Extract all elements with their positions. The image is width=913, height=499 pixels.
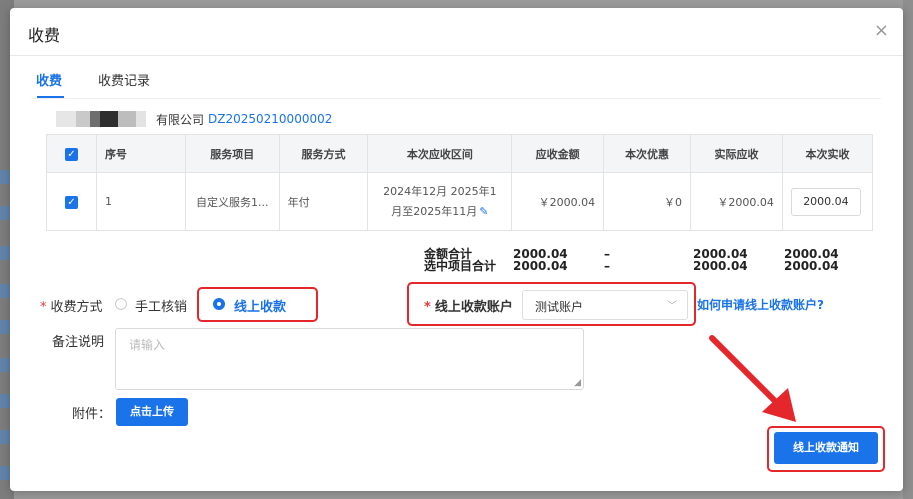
column-header: 服务方式 (278, 134, 369, 173)
payment-dialog: 收费 × 收费 收费记录 有限公司 DZ20250210000002 ✓ 序号 … (10, 8, 903, 491)
payment-method-label: * 收费方式 (40, 296, 103, 315)
required-mark: * (40, 300, 47, 315)
row-checkbox[interactable]: ✓ (64, 195, 78, 209)
remark-textarea[interactable]: 请输入 ◢ (115, 328, 584, 390)
attachment-label: 附件： (72, 407, 112, 422)
totals-receivable: 2000.04 2000.04 (513, 248, 568, 272)
total-value: 2000.04 (784, 259, 839, 273)
resize-grip-icon[interactable]: ◢ (574, 378, 581, 388)
charge-table: ✓ 序号 服务项目 服务方式 本次应收区间 应收金额 本次优惠 实际应收 本次实… (46, 134, 874, 231)
account-select[interactable]: 测试账户 ﹀ (522, 290, 688, 320)
company-name-suffix: 有限公司 (156, 112, 205, 127)
received-cell: 2000.04 (781, 172, 874, 231)
background-right-edge (903, 0, 913, 499)
service-item-cell: 自定义服务1... (184, 172, 280, 231)
account-label-text: 线上收款账户 (434, 300, 513, 315)
account-help-link[interactable]: 如何申请线上收款账户? (697, 296, 824, 313)
period-line-2: 月至2025年11月 ✎ (376, 202, 503, 222)
totals-labels: 金额合计 选中项目合计 (424, 248, 496, 272)
total-value: 2000.04 (513, 259, 568, 273)
redacted-mask (56, 111, 76, 127)
bill-code-link[interactable]: DZ20250210000002 (208, 112, 332, 126)
remark-label: 备注说明 (52, 335, 105, 350)
online-payment-notify-button[interactable]: 线上收款通知 (774, 432, 878, 464)
period-cell: 2024年12月 2025年1 月至2025年11月 ✎ (367, 172, 513, 231)
totals-discount: – – (604, 248, 610, 272)
remark-placeholder: 请输入 (129, 338, 166, 352)
redacted-mask (90, 111, 100, 127)
select-all-checkbox[interactable]: ✓ (64, 147, 78, 161)
column-header: 本次优惠 (603, 134, 691, 173)
total-value: 2000.04 (693, 259, 748, 273)
tab-divider (32, 98, 881, 99)
dialog-title: 收费 (28, 26, 61, 45)
actual-cell: ￥2000.04 (690, 172, 783, 231)
received-amount-input[interactable]: 2000.04 (790, 187, 861, 216)
column-header: 本次实收 (781, 134, 874, 173)
red-arrow-annotation (709, 335, 796, 422)
row-index: 1 (95, 172, 186, 231)
arrow-shaft (709, 335, 783, 409)
service-mode-cell: 年付 (278, 172, 369, 231)
company-info: 有限公司 DZ20250210000002 (56, 109, 332, 129)
tab-charge-records[interactable]: 收费记录 (98, 70, 150, 89)
tab-charge[interactable]: 收费 (36, 70, 62, 89)
column-header: 服务项目 (184, 134, 280, 173)
period-line: 2024年12月 2025年1 (383, 184, 497, 198)
redacted-mask (118, 111, 136, 127)
redacted-mask (76, 111, 90, 127)
radio-online-label[interactable]: 线上收款 (234, 296, 286, 315)
payment-method-label-text: 收费方式 (50, 300, 103, 315)
radio-manual[interactable] (115, 298, 127, 310)
table-header-row: ✓ 序号 服务项目 服务方式 本次应收区间 应收金额 本次优惠 实际应收 本次实… (46, 134, 874, 173)
redacted-mask (136, 111, 146, 127)
radio-online[interactable] (213, 298, 225, 310)
selected-total-label: 选中项目合计 (424, 259, 497, 273)
dialog-header: 收费 × (10, 8, 903, 56)
account-select-value: 测试账户 (535, 300, 584, 314)
totals-actual: 2000.04 2000.04 (693, 248, 748, 272)
period-line-text: 月至2025年11月 (391, 204, 478, 218)
column-header: 序号 (95, 134, 186, 173)
row-select-cell[interactable]: ✓ (46, 172, 97, 231)
edit-pencil-icon[interactable]: ✎ (479, 205, 488, 218)
select-all-cell[interactable]: ✓ (46, 134, 97, 173)
discount-cell: ￥0 (603, 172, 691, 231)
receivable-cell: ￥2000.04 (511, 172, 605, 231)
redacted-mask (100, 111, 118, 127)
column-header: 本次应收区间 (367, 134, 513, 173)
upload-button[interactable]: 点击上传 (116, 398, 188, 426)
close-icon[interactable]: × (874, 20, 889, 41)
column-header: 实际应收 (690, 134, 783, 173)
table-row: ✓ 1 自定义服务1... 年付 2024年12月 2025年1 月至2025年… (46, 172, 874, 231)
column-header: 应收金额 (511, 134, 605, 173)
chevron-down-icon: ﹀ (667, 301, 677, 312)
required-mark: * (424, 300, 431, 315)
totals-received: 2000.04 2000.04 (784, 248, 839, 272)
total-value: – (604, 259, 610, 273)
radio-manual-label[interactable]: 手工核销 (135, 296, 187, 315)
account-label: * 线上收款账户 (424, 296, 513, 315)
